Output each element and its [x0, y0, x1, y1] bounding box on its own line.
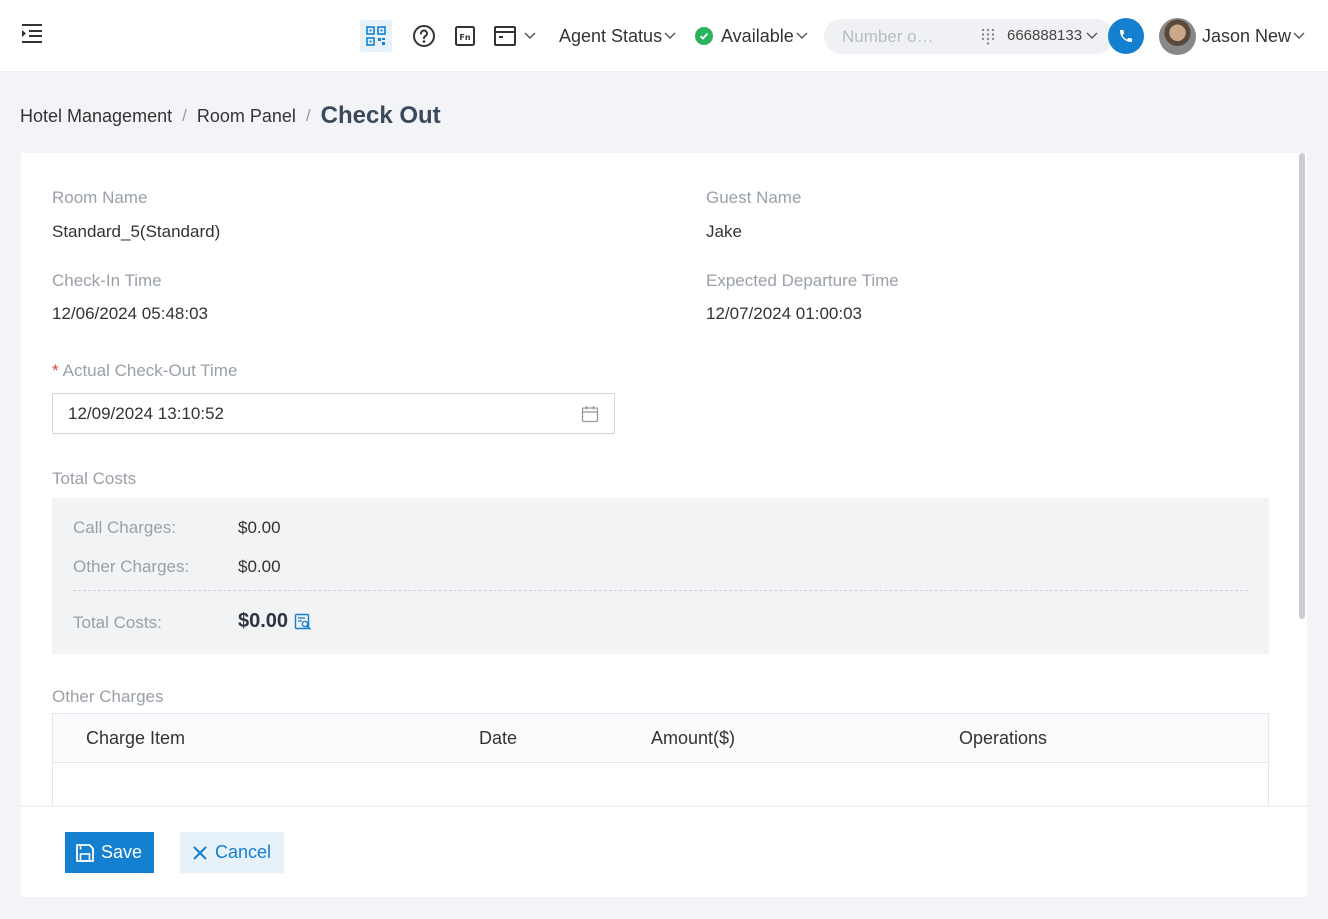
check-in-label: Check-In Time — [52, 271, 162, 290]
cancel-label: Cancel — [215, 842, 272, 862]
form-footer: Save Cancel — [21, 806, 1307, 897]
chevron-down-icon — [1086, 32, 1098, 39]
agent-status-label: Agent Status — [559, 25, 663, 46]
dialpad-icon[interactable] — [980, 27, 996, 45]
column-amount: Amount($) — [651, 728, 736, 748]
breadcrumb-hotel-management[interactable]: Hotel Management — [20, 106, 172, 127]
cost-divider — [73, 590, 1248, 591]
column-operations: Operations — [959, 728, 1048, 748]
check-in-value: 12/06/2024 05:48:03 — [52, 304, 208, 323]
window-icon — [494, 26, 516, 46]
fn-icon: Fn — [455, 26, 475, 46]
top-bar: Fn Agent Status Available 6668 — [0, 0, 1328, 72]
check-out-time-value: 12/09/2024 13:10:52 — [68, 403, 224, 423]
other-charges-label: Other Charges: — [73, 557, 190, 576]
other-charges-table: Charge Item Date Amount($) Operations — [52, 713, 1269, 805]
cancel-button[interactable]: Cancel — [180, 832, 284, 873]
column-date: Date — [479, 728, 518, 748]
fn-keys-button[interactable]: Fn — [451, 22, 479, 50]
actual-check-out-label-text: Actual Check-Out Time — [62, 361, 238, 380]
help-button[interactable] — [410, 22, 438, 50]
breadcrumb-separator: / — [305, 106, 311, 125]
scrollbar[interactable] — [1299, 153, 1305, 619]
other-charges-section-title: Other Charges — [52, 687, 164, 706]
close-icon — [193, 845, 207, 860]
save-label: Save — [101, 842, 143, 862]
check-out-time-picker[interactable]: 12/09/2024 13:10:52 — [52, 393, 615, 434]
call-charges-value: $0.00 — [238, 518, 281, 537]
expected-departure-label: Expected Departure Time — [706, 271, 899, 290]
breadcrumb-room-panel[interactable]: Room Panel — [197, 106, 296, 127]
total-costs-label: Total Costs: — [73, 613, 162, 632]
actual-check-out-label: * Actual Check-Out Time — [52, 361, 237, 381]
save-button[interactable]: Save — [65, 832, 154, 873]
user-name: Jason New — [1202, 25, 1292, 46]
cost-summary: Call Charges: $0.00 Other Charges: $0.00… — [52, 498, 1269, 654]
help-icon — [413, 25, 435, 47]
breadcrumb-separator: / — [182, 106, 187, 125]
total-costs-section-title: Total Costs — [52, 469, 137, 488]
dial-number-input[interactable] — [842, 26, 952, 48]
menu-toggle-icon[interactable] — [20, 22, 44, 44]
phone-icon — [1120, 30, 1132, 42]
save-icon — [76, 843, 94, 862]
total-costs-value-group: $0.00 — [238, 610, 312, 633]
page-title: Check Out — [320, 102, 441, 129]
check-out-form: Room Name Standard_5(Standard) Guest Nam… — [21, 153, 1307, 805]
chevron-down-icon — [796, 32, 808, 39]
availability-label: Available — [721, 25, 794, 46]
avatar[interactable] — [1159, 18, 1196, 55]
cost-detail-icon[interactable] — [294, 613, 312, 631]
guest-name-value: Jake — [706, 222, 742, 241]
agent-status-dropdown[interactable]: Agent Status — [559, 24, 676, 48]
caller-id-dropdown[interactable]: 666888133 — [1007, 27, 1098, 44]
guest-name-label: Guest Name — [706, 188, 802, 207]
column-charge-item: Charge Item — [86, 728, 186, 748]
qr-code-icon — [366, 26, 386, 46]
user-menu-dropdown[interactable]: Jason New — [1202, 24, 1305, 48]
breadcrumb: Hotel Management / Room Panel / Check Ou… — [20, 101, 441, 131]
chevron-down-icon — [1293, 32, 1305, 39]
chevron-down-icon — [524, 32, 536, 40]
caller-id-number: 666888133 — [1007, 27, 1083, 44]
expected-departure-value: 12/07/2024 01:00:03 — [706, 304, 862, 323]
total-costs-value: $0.00 — [238, 610, 289, 632]
other-charges-value: $0.00 — [238, 557, 281, 576]
calendar-icon[interactable] — [581, 405, 599, 423]
chevron-down-icon — [664, 32, 676, 39]
svg-text:Fn: Fn — [459, 33, 470, 42]
qr-code-button[interactable] — [360, 20, 392, 52]
table-header: Charge Item Date Amount($) Operations — [53, 714, 1268, 763]
available-check-icon — [695, 27, 713, 45]
call-button[interactable] — [1108, 18, 1144, 54]
dial-box: 666888133 — [824, 19, 1114, 54]
window-menu-button[interactable] — [493, 22, 537, 50]
call-charges-label: Call Charges: — [73, 518, 176, 537]
room-name-label: Room Name — [52, 188, 148, 207]
availability-dropdown[interactable]: Available — [695, 24, 808, 48]
room-name-value: Standard_5(Standard) — [52, 222, 221, 241]
required-mark: * — [52, 361, 59, 380]
